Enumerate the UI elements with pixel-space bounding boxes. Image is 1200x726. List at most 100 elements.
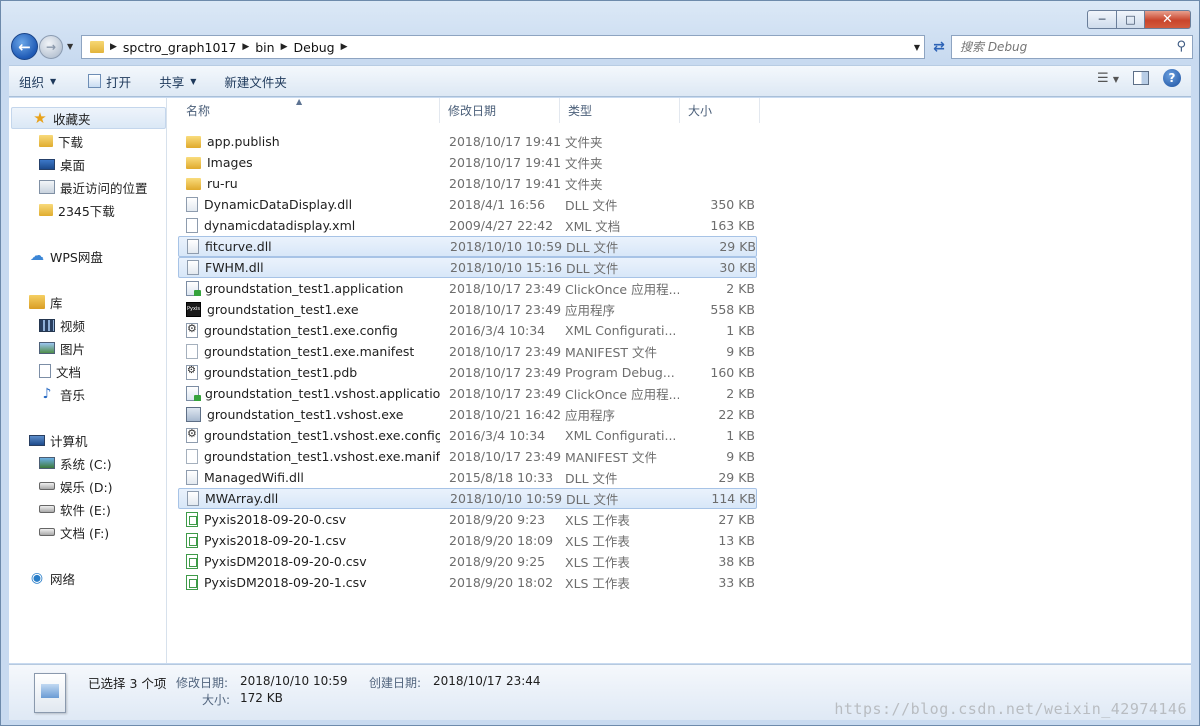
address-bar[interactable]: ▶ spctro_graph1017 ▶ bin ▶ Debug ▶ ▼ xyxy=(81,35,925,59)
preview-pane-button[interactable] xyxy=(1133,71,1149,85)
nav-drive-f[interactable]: 文档 (F:) xyxy=(9,521,166,543)
nav-drive-f-label: 文档 (F:) xyxy=(60,525,110,541)
file-modified-date: 2018/10/17 19:41 xyxy=(449,176,562,191)
new-folder-button[interactable]: 新建文件夹 xyxy=(214,68,297,94)
organize-button[interactable]: 组织 ▼ xyxy=(9,68,66,94)
file-name: app.publish xyxy=(207,134,280,149)
folder-icon xyxy=(186,177,201,190)
nav-documents[interactable]: 文档 xyxy=(9,360,166,382)
nav-recent[interactable]: 最近访问的位置 xyxy=(9,176,166,198)
created-date-label: 创建日期: xyxy=(369,676,422,690)
file-row[interactable]: MWArray.dll 2018/10/10 10:59 DLL 文件 114 KB xyxy=(178,488,757,509)
open-button[interactable]: 打开 xyxy=(78,68,141,94)
file-row[interactable]: fitcurve.dll 2018/10/10 10:59 DLL 文件 29 KB xyxy=(178,236,757,257)
breadcrumb-separator-icon[interactable]: ▶ xyxy=(110,42,117,52)
nav-drive-e[interactable]: 软件 (E:) xyxy=(9,498,166,520)
nav-favorites[interactable]: ★ 收藏夹 xyxy=(11,107,166,129)
nav-drive-c[interactable]: 系统 (C:) xyxy=(9,452,166,474)
nav-downloads[interactable]: 下载 xyxy=(9,130,166,152)
breadcrumb-spctro-graph1017[interactable]: spctro_graph1017 xyxy=(123,40,236,55)
search-input[interactable] xyxy=(960,40,1160,54)
file-name-cell: app.publish xyxy=(178,134,440,149)
column-header-name[interactable]: ▲ 名称 xyxy=(178,97,440,123)
column-type-label: 类型 xyxy=(568,104,593,118)
file-row[interactable]: groundstation_test1.exe.manifest 2018/10/… xyxy=(178,341,757,362)
file-row[interactable]: PyxisDM2018-09-20-1.csv 2018/9/20 18:02 XL… xyxy=(178,572,757,593)
file-row[interactable]: groundstation_test1.vshost.exe.config 201… xyxy=(178,425,757,446)
file-row[interactable]: Pyxis2018-09-20-1.csv 2018/9/20 18:09 XLS … xyxy=(178,530,757,551)
breadcrumb-bin[interactable]: bin xyxy=(255,40,274,55)
config-icon xyxy=(186,428,198,443)
file-modified-date: 2018/10/17 23:49 xyxy=(449,281,562,296)
help-button[interactable]: ? xyxy=(1163,69,1181,87)
file-row[interactable]: dynamicdatadisplay.xml 2009/4/27 22:42 XML… xyxy=(178,215,757,236)
file-row[interactable]: groundstation_test1.exe.config 2016/3/4 1… xyxy=(178,320,757,341)
file-row[interactable]: groundstation_test1.exe 2018/10/17 23:49应… xyxy=(178,299,757,320)
navigation-pane[interactable]: ★ 收藏夹 下载 桌面 最近访问的位置 2345下载 ☁ WPS网盘 库 视频 xyxy=(9,98,167,663)
chevron-down-icon: ▼ xyxy=(1112,74,1119,84)
file-row[interactable]: groundstation_test1.vshost.exe 2018/10/21… xyxy=(178,404,757,425)
watermark: https://blog.csdn.net/weixin_42974146 xyxy=(834,700,1187,718)
created-date-value: 2018/10/17 23:44 xyxy=(433,674,541,688)
file-row[interactable]: Pyxis2018-09-20-0.csv 2018/9/20 9:23 XLS 工… xyxy=(178,509,757,530)
file-row[interactable]: ManagedWifi.dll 2015/8/18 10:33 DLL 文件 29 K… xyxy=(178,467,757,488)
nav-drive-d[interactable]: 娱乐 (D:) xyxy=(9,475,166,497)
pdb-icon xyxy=(186,365,198,380)
file-name: FWHM.dll xyxy=(205,260,264,275)
file-row[interactable]: FWHM.dll 2018/10/10 15:16 DLL 文件 30 KB xyxy=(178,257,757,278)
maximize-icon: □ xyxy=(1125,13,1136,26)
close-button[interactable]: ✕ xyxy=(1145,10,1191,29)
maximize-button[interactable]: □ xyxy=(1117,10,1145,29)
file-row[interactable]: ru-ru 2018/10/17 19:41 文件夹 xyxy=(178,173,757,194)
selection-count: 已选择 3 个项 xyxy=(88,676,167,691)
share-button[interactable]: 共享 ▼ xyxy=(149,68,206,94)
back-button[interactable]: ← xyxy=(11,33,38,60)
column-header-date[interactable]: 修改日期 xyxy=(440,98,560,123)
nav-network[interactable]: ◉ 网络 xyxy=(9,567,166,589)
file-row[interactable]: DynamicDataDisplay.dll 2018/4/1 16:56 DLL … xyxy=(178,194,757,215)
size-label: 大小: xyxy=(202,693,231,707)
breadcrumb-separator-icon[interactable]: ▶ xyxy=(281,42,288,52)
file-row[interactable]: groundstation_test1.vshost.exe.manif... 2… xyxy=(178,446,757,467)
nav-pictures[interactable]: 图片 xyxy=(9,337,166,359)
nav-libraries[interactable]: 库 xyxy=(9,291,166,313)
address-history-dropdown[interactable]: ▼ xyxy=(914,43,920,52)
downloads-folder-icon xyxy=(39,135,53,147)
breadcrumb-separator-icon[interactable]: ▶ xyxy=(242,42,249,52)
nav-music[interactable]: ♪ 音乐 xyxy=(9,383,166,405)
file-row[interactable]: groundstation_test1.vshost.application 20… xyxy=(178,383,757,404)
minimize-button[interactable]: ─ xyxy=(1087,10,1117,29)
search-box[interactable]: ⚲ xyxy=(951,35,1193,59)
file-row[interactable]: groundstation_test1.application 2018/10/1… xyxy=(178,278,757,299)
recent-pages-dropdown[interactable]: ▼ xyxy=(67,42,73,51)
file-row[interactable]: Images 2018/10/17 19:41 文件夹 xyxy=(178,152,757,173)
file-name: groundstation_test1.vshost.exe.manif... xyxy=(204,449,440,464)
nav-computer[interactable]: 计算机 xyxy=(9,429,166,451)
nav-videos[interactable]: 视频 xyxy=(9,314,166,336)
file-list[interactable]: ▲ 名称 修改日期 类型 大小 app.publish 2018/10/17 19… xyxy=(168,97,1191,663)
file-name-cell: groundstation_test1.application xyxy=(178,281,440,296)
nav-wps-cloud[interactable]: ☁ WPS网盘 xyxy=(9,245,166,267)
breadcrumb-debug[interactable]: Debug xyxy=(294,40,335,55)
file-row[interactable]: groundstation_test1.pdb 2018/10/17 23:49P… xyxy=(178,362,757,383)
file-row[interactable]: app.publish 2018/10/17 19:41 文件夹 xyxy=(178,131,757,152)
dll-icon xyxy=(186,197,198,212)
refresh-button[interactable]: ⇄ xyxy=(927,35,951,59)
folder-icon xyxy=(39,204,53,216)
nav-2345-downloads[interactable]: 2345下载 xyxy=(9,199,166,221)
file-type: Program Debug... xyxy=(565,365,675,380)
nav-recent-label: 最近访问的位置 xyxy=(60,180,148,196)
forward-button[interactable]: → xyxy=(39,35,63,59)
file-row[interactable]: PyxisDM2018-09-20-0.csv 2018/9/20 9:25 XLS… xyxy=(178,551,757,572)
column-header-size[interactable]: 大小 xyxy=(680,98,760,123)
nav-desktop[interactable]: 桌面 xyxy=(9,153,166,175)
breadcrumb-separator-icon[interactable]: ▶ xyxy=(341,42,348,52)
search-icon[interactable]: ⚲ xyxy=(1176,39,1186,54)
change-view-button[interactable]: ☰ ▼ xyxy=(1097,71,1119,86)
nav-desktop-label: 桌面 xyxy=(60,157,86,173)
file-modified-date: 2018/10/17 23:49 xyxy=(449,449,562,464)
star-icon: ★ xyxy=(33,109,47,127)
file-size: 114 KB xyxy=(711,491,756,506)
column-header-type[interactable]: 类型 xyxy=(560,98,680,123)
file-name-cell: groundstation_test1.vshost.exe xyxy=(178,407,440,422)
